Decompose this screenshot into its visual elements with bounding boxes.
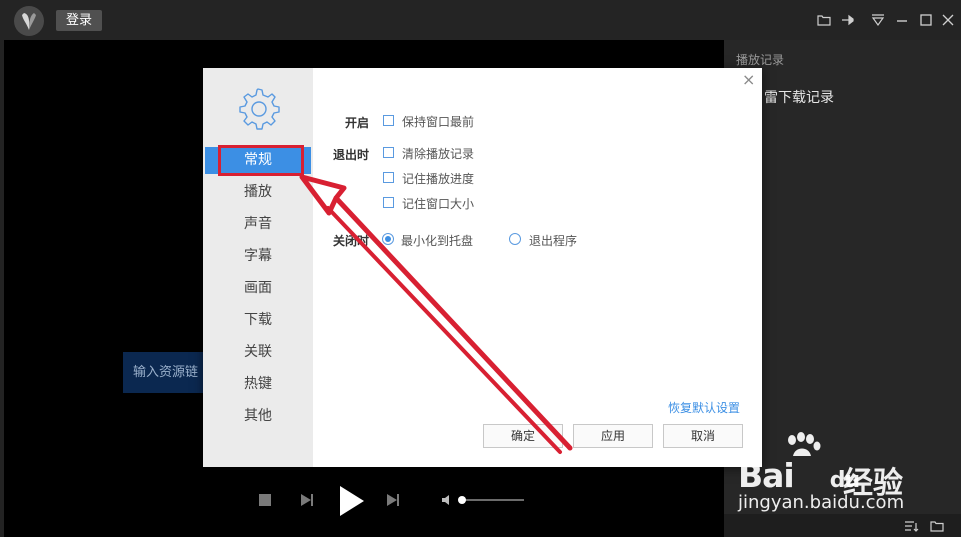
watermark-brand-text: Bai [738,456,795,495]
watermark-brand: Bai du [738,456,860,495]
baidu-paw-logo [783,432,823,458]
watermark-url: jingyan.baidu.com [738,492,905,513]
